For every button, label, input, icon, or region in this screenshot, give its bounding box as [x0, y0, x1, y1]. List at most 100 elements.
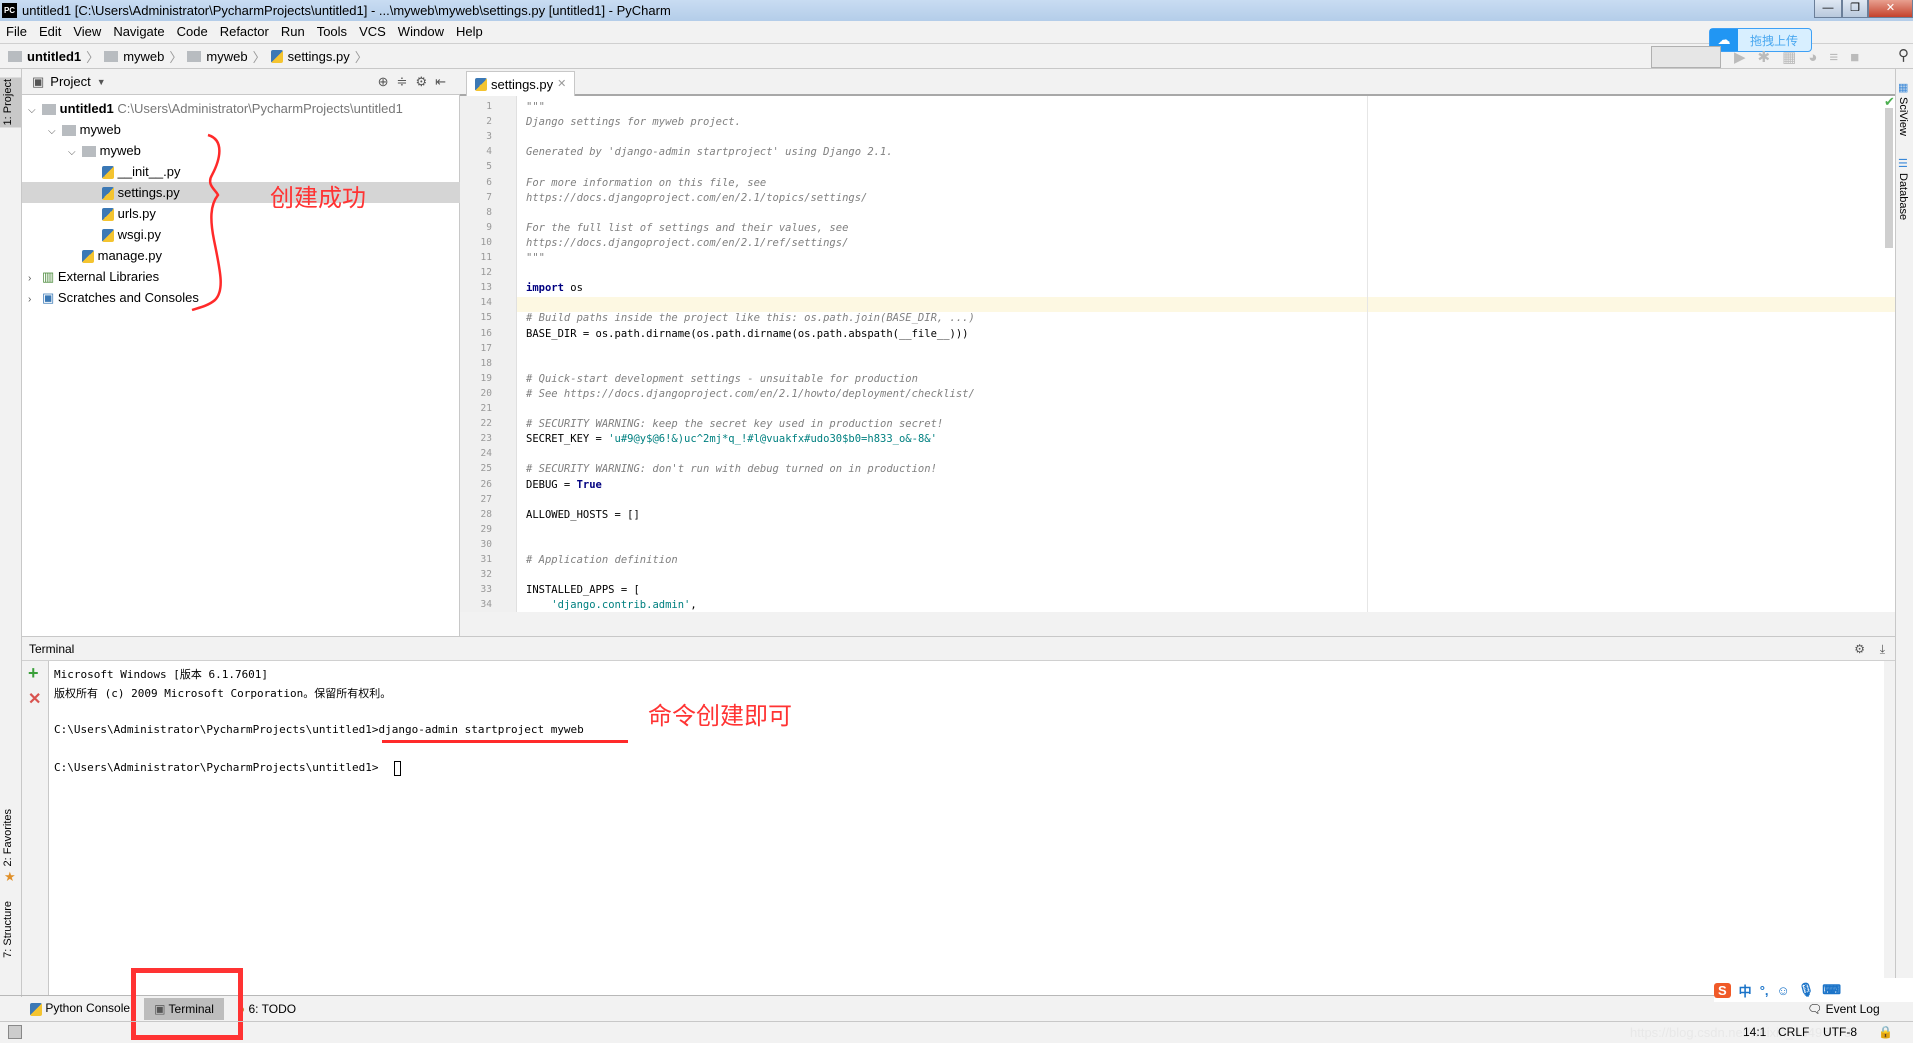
menu-refactor[interactable]: Refactor	[220, 21, 269, 43]
hide-icon[interactable]: ⇤	[435, 74, 454, 89]
menu-run[interactable]: Run	[281, 21, 305, 43]
code-line: For more information on this file, see	[526, 177, 766, 189]
line-number: 10	[480, 236, 492, 248]
status-bar: https://blog.csdn.net/weixin_43495473 14…	[0, 1021, 1913, 1043]
breadcrumb-item[interactable]: settings.py	[288, 49, 350, 64]
lock-icon[interactable]: 🔒	[1878, 1025, 1893, 1039]
menu-edit[interactable]: Edit	[39, 21, 61, 43]
chevron-down-icon[interactable]: ⌵	[28, 100, 42, 121]
line-separator[interactable]: CRLF	[1778, 1025, 1809, 1039]
project-view-selector[interactable]: Project	[50, 74, 90, 89]
folder-icon	[8, 50, 22, 62]
run-icon[interactable]: ▶	[1734, 49, 1758, 66]
terminal-output[interactable]: Microsoft Windows [版本 6.1.7601] 版权所有 (c) …	[49, 661, 1884, 995]
run-config-select[interactable]	[1651, 46, 1721, 68]
code-token: Django settings for myweb project.	[526, 116, 741, 129]
menu-navigate[interactable]: Navigate	[113, 21, 164, 43]
tab-python-console[interactable]: Python Console	[30, 1001, 130, 1016]
tool-tab-project[interactable]: 1: Project	[0, 77, 21, 128]
line-number: 18	[480, 357, 492, 369]
breadcrumb-item[interactable]: myweb	[123, 49, 164, 64]
menu-code[interactable]: Code	[177, 21, 208, 43]
tool-tab-sciview[interactable]: SciView	[1897, 97, 1909, 136]
menu-window[interactable]: Window	[398, 21, 444, 43]
python-file-icon	[102, 187, 114, 201]
line-number: 27	[480, 493, 492, 505]
menu-tools[interactable]: Tools	[317, 21, 347, 43]
tool-window-bar: Python Console ▣ Terminal ● 6: TODO	[0, 995, 1913, 1021]
search-icon[interactable]: ⚲	[1898, 46, 1909, 64]
tab-settings-py[interactable]: settings.py ✕	[466, 71, 576, 96]
locate-icon[interactable]: ⊕	[378, 74, 397, 89]
gear-icon[interactable]: ⚙	[415, 74, 435, 89]
restore-button[interactable]: ❐	[1842, 0, 1868, 18]
tree-item-label: wsgi.py	[117, 227, 161, 242]
sogou-icon[interactable]: S	[1714, 982, 1731, 998]
close-button[interactable]: ✕	[1868, 0, 1913, 18]
profile-icon[interactable]: ◕	[1808, 49, 1829, 66]
hide-panel-icon[interactable]: ⤓	[1880, 637, 1885, 661]
chevron-down-icon[interactable]: ▼	[97, 77, 106, 87]
stop-icon[interactable]: ■	[1850, 49, 1871, 66]
breadcrumb-item[interactable]: untitled1	[27, 49, 81, 64]
emoji-icon[interactable]: ☺	[1777, 983, 1790, 998]
collapse-icon[interactable]: ≑	[397, 74, 416, 89]
tab-todo[interactable]: ● 6: TODO	[238, 1002, 296, 1016]
ime-chinese-icon[interactable]: 中	[1739, 981, 1752, 1000]
code-token: 'django.contrib.admin'	[551, 599, 691, 612]
line-gutter: 1 2 3 4 5 6 7 8 9 10 11 12 13 14 15 16 17 18 19 20 21 22 23 24 2…	[460, 96, 517, 612]
event-log-button[interactable]: 🗨 Event Log	[1807, 1002, 1880, 1016]
tool-tab-favorites[interactable]: 2: Favorites	[2, 809, 14, 866]
close-session-icon[interactable]: ✕	[28, 689, 41, 709]
code-token: # Quick-start development settings - uns…	[526, 372, 918, 385]
concurrency-icon[interactable]: ≡	[1829, 49, 1850, 66]
line-number: 15	[480, 312, 492, 324]
chevron-right-icon[interactable]: ›	[28, 289, 42, 310]
close-tab-icon[interactable]: ✕	[557, 73, 566, 96]
debug-icon[interactable]: ✱	[1758, 49, 1783, 66]
coverage-icon[interactable]: ▦	[1782, 49, 1808, 66]
ime-punct-icon[interactable]: °,	[1760, 983, 1769, 998]
minimize-button[interactable]: —	[1814, 0, 1842, 18]
code-line: ALLOWED_HOSTS = []	[526, 509, 640, 521]
line-number: 11	[480, 252, 492, 263]
window-title: untitled1 [C:\Users\Administrator\Pychar…	[22, 3, 671, 18]
mic-icon[interactable]: 🎙	[1798, 982, 1815, 998]
line-number: 25	[480, 463, 492, 475]
code-editor[interactable]: 1 2 3 4 5 6 7 8 9 10 11 12 13 14 15 16 17 18 19 20 21 22 23 24 2…	[460, 96, 1895, 612]
menu-help[interactable]: Help	[456, 21, 483, 43]
code-token: # SECURITY WARNING: keep the secret key …	[526, 418, 944, 431]
code-line: For the full list of settings and their …	[526, 222, 848, 234]
tree-item-label: manage.py	[97, 248, 162, 263]
tool-windows-toggle-icon[interactable]	[8, 1025, 22, 1039]
gear-icon[interactable]: ⚙	[1854, 637, 1865, 661]
line-number: 23	[480, 433, 492, 445]
menu-file[interactable]: File	[6, 21, 27, 43]
chevron-down-icon[interactable]: ⌵	[48, 121, 62, 142]
tool-tab-database[interactable]: Database	[1897, 173, 1909, 220]
menu-vcs[interactable]: VCS	[359, 21, 386, 43]
tree-item[interactable]: ⌵ untitled1 C:\Users\Administrator\Pycha…	[22, 98, 460, 119]
chevron-right-icon[interactable]: ›	[28, 268, 42, 289]
keyboard-icon[interactable]: ⌨	[1822, 982, 1841, 998]
tree-item-label: settings.py	[117, 185, 180, 200]
tree-item-label: myweb	[79, 122, 121, 137]
code-token: DEBUG =	[526, 478, 577, 491]
chevron-down-icon[interactable]: ⌵	[68, 142, 82, 163]
caret-position[interactable]: 14:1	[1743, 1025, 1766, 1039]
line-number: 30	[480, 538, 492, 550]
folder-icon	[42, 104, 56, 116]
line-number: 7	[486, 191, 492, 203]
database-icon: ☰	[1898, 158, 1908, 170]
code-line: BASE_DIR = os.path.dirname(os.path.dirna…	[526, 328, 969, 340]
code-line: # Quick-start development settings - uns…	[526, 373, 918, 385]
new-session-icon[interactable]: +	[28, 663, 39, 684]
editor-scrollbar[interactable]	[1885, 108, 1893, 248]
code-token: SECRET_KEY =	[526, 433, 609, 446]
inspection-ok-icon[interactable]: ✔	[1884, 96, 1895, 110]
file-encoding[interactable]: UTF-8	[1823, 1025, 1857, 1039]
tool-tab-structure[interactable]: 7: Structure	[2, 901, 14, 958]
menu-view[interactable]: View	[73, 21, 101, 43]
breadcrumb-item[interactable]: myweb	[206, 49, 247, 64]
